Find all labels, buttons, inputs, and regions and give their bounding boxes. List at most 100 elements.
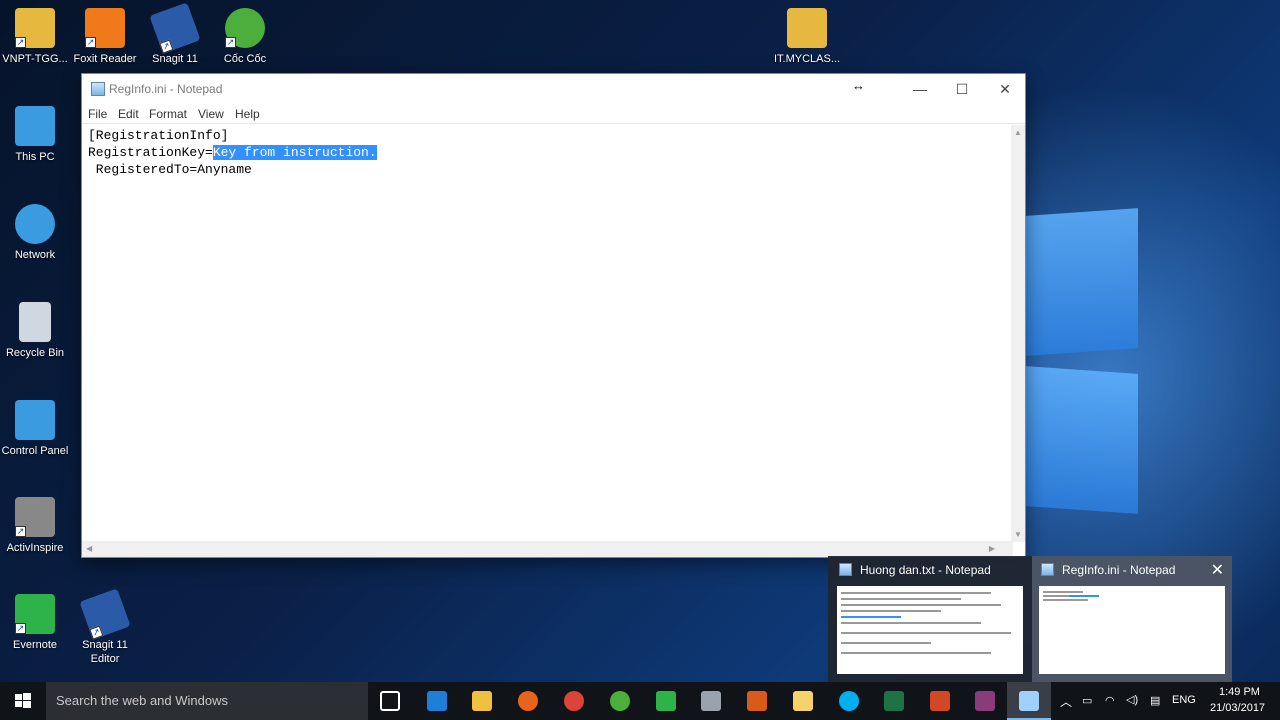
windows-logo [1026,200,1140,520]
desktop-icon-it-myclass[interactable]: IT.MYCLAS... [772,8,842,66]
text-prefix: RegistrationKey= [88,145,213,160]
menu-view[interactable]: View [198,107,224,121]
computer-icon [15,106,55,146]
taskbar-preview-popup: Huong dan.txt - Notepad RegInfo.ini - No… [828,556,1232,682]
notepad-icon [91,82,105,96]
preview-reginfo[interactable]: RegInfo.ini - Notepad ✕ ➚ [1032,556,1232,682]
file-explorer-icon[interactable] [472,691,492,711]
preview-thumbnail[interactable] [837,586,1023,674]
text-editor[interactable]: [RegistrationInfo] RegistrationKey=Key f… [82,125,1012,542]
windows-start-icon [15,693,31,708]
mouse-pointer-icon: ➚ [1132,618,1146,635]
snagit-icon: ↗ [149,2,201,54]
desktop-icon-coc-coc[interactable]: ↗ Cốc Cốc [210,8,280,66]
powerpoint-icon[interactable] [930,691,950,711]
chrome-icon[interactable] [564,691,584,711]
skype-icon[interactable] [839,691,859,711]
desktop-icon-label: IT.MYCLAS... [773,53,841,65]
desktop-icon-label: Control Panel [1,445,69,457]
taskbar: Search the web and Windows ︿ ▭ ◠ ◁) ▤ EN… [0,682,1280,720]
search-box[interactable]: Search the web and Windows [46,682,368,720]
evernote-taskbar-icon[interactable] [656,691,676,711]
notepad-taskbar-button[interactable] [1007,682,1051,720]
desktop-icon-snagit-editor[interactable]: ↗ Snagit 11 Editor [70,588,140,666]
scroll-right-icon[interactable]: ▶ [989,544,995,553]
folder-icon [787,8,827,48]
menu-format[interactable]: Format [149,107,187,121]
notepad-icon [1041,563,1054,576]
action-center-icon[interactable]: ▤ [1150,694,1160,707]
resize-cursor-icon: ↔ [852,78,865,93]
activinspire-icon: ↗ [15,497,55,537]
selected-text: Key from instruction. [212,145,377,160]
control-panel-icon [15,400,55,440]
notepad-window[interactable]: RegInfo.ini - Notepad ↔ — ☐ ✕ File Edit … [81,73,1026,558]
close-preview-icon[interactable]: ✕ [1211,560,1224,580]
desktop-icon-label: Recycle Bin [5,347,65,359]
folder-user-icon: ↗ [15,8,55,48]
vertical-scrollbar[interactable]: ▲ ▼ [1011,125,1025,542]
desktop-icon-label: Cốc Cốc [223,53,267,65]
desktop-icon-snagit[interactable]: ↗ Snagit 11 [140,2,210,66]
winrar-icon[interactable] [975,691,995,711]
desktop-icon-control-panel[interactable]: Control Panel [0,400,70,458]
menu-help[interactable]: Help [235,107,260,121]
coc-coc-browser-icon: ↗ [225,8,265,48]
desktop-icon-network[interactable]: Network [0,204,70,262]
excel-icon[interactable] [884,691,904,711]
text-line: RegisteredTo=Anyname [88,162,252,177]
window-title: RegInfo.ini - Notepad [109,82,223,96]
language-indicator[interactable]: ENG [1172,694,1196,706]
maximize-button[interactable]: ☐ [939,74,985,104]
scroll-down-icon[interactable]: ▼ [1014,530,1022,539]
snagit-editor-icon: ↗ [79,588,131,640]
desktop-icon-label: ActivInspire [6,542,64,554]
task-view-icon[interactable] [380,691,400,711]
volume-icon[interactable]: ◁) [1126,693,1138,706]
foxit-pdf-icon: ↗ [85,8,125,48]
close-button[interactable]: ✕ [982,74,1028,104]
desktop-icon-this-pc[interactable]: This PC [0,106,70,164]
coc-coc-icon[interactable] [610,691,630,711]
store-icon[interactable] [701,691,721,711]
preview-title: RegInfo.ini - Notepad [1062,563,1176,577]
horizontal-scrollbar[interactable]: ◀ ▶ [82,541,1013,557]
notepad-icon [839,563,852,576]
notepad-icon [1019,691,1039,711]
desktop-icon-label: This PC [15,151,55,163]
recycle-bin-icon [19,302,51,342]
menu-file[interactable]: File [88,107,107,121]
text-line: [RegistrationInfo] [88,128,229,143]
preview-huong-dan[interactable]: Huong dan.txt - Notepad [830,556,1030,682]
desktop-icon-label: Evernote [12,639,58,651]
desktop-icon-recycle-bin[interactable]: Recycle Bin [0,302,70,360]
desktop-icon-label: Snagit 11 [152,53,198,65]
desktop-icon-label: VNPT-TGG... [2,53,68,65]
text-line: RegistrationKey=Key from instruction. [88,144,1006,161]
folder-icon[interactable] [793,691,813,711]
battery-icon[interactable]: ▭ [1082,694,1092,707]
notepad-titlebar[interactable]: RegInfo.ini - Notepad ↔ — ☐ ✕ [82,74,1025,104]
firefox-icon[interactable] [518,691,538,711]
desktop-icon-label: Foxit Reader [73,53,137,65]
desktop-icon-vnpt[interactable]: ↗ VNPT-TGG... [0,8,70,66]
menu-bar: File Edit Format View Help [82,104,1025,124]
edge-icon[interactable] [427,691,447,711]
show-hidden-icons-icon[interactable]: ︿ [1060,693,1072,710]
desktop-icon-evernote[interactable]: ↗ Evernote [0,594,70,652]
wifi-icon[interactable]: ◠ [1105,694,1115,707]
clock-time[interactable]: 1:49 PM [1219,686,1260,698]
start-button[interactable] [0,682,46,720]
scroll-up-icon[interactable]: ▲ [1014,128,1022,137]
network-globe-icon [15,204,55,244]
minimize-button[interactable]: — [897,74,943,104]
clock-date[interactable]: 21/03/2017 [1210,702,1265,714]
evernote-icon: ↗ [15,594,55,634]
menu-edit[interactable]: Edit [118,107,139,121]
desktop-icon-label: Snagit 11 Editor [82,639,128,665]
desktop-icon-activinspire[interactable]: ↗ ActivInspire [0,497,70,555]
scroll-left-icon[interactable]: ◀ [86,544,92,553]
desktop-icon-foxit-reader[interactable]: ↗ Foxit Reader [70,8,140,66]
sublime-icon[interactable] [747,691,767,711]
preview-title: Huong dan.txt - Notepad [860,563,991,577]
